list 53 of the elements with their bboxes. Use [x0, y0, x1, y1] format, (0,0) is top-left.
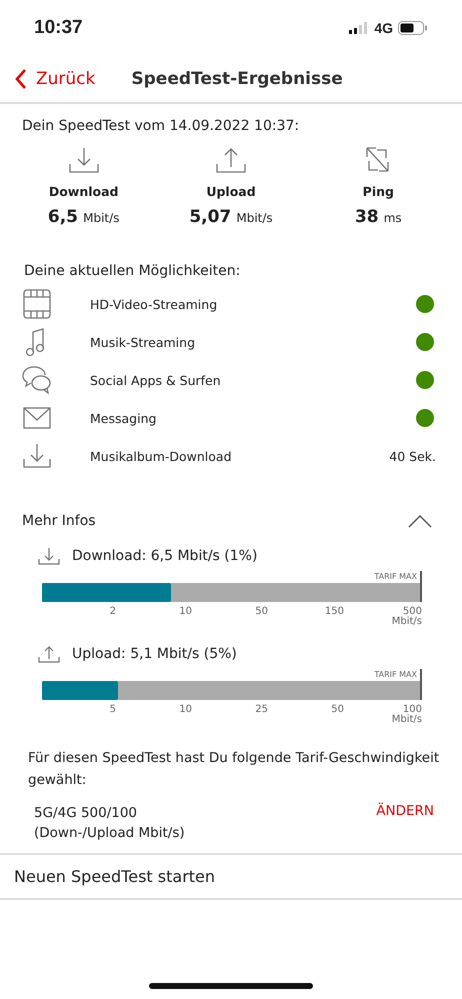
tariff-max-label: TARIF MAX: [374, 669, 418, 681]
change-link[interactable]: ÄNDERN: [376, 803, 434, 843]
scale-tick-label: 50: [254, 606, 269, 617]
scale-tick-label: 100: [402, 704, 422, 715]
download-icon: [38, 547, 60, 565]
tariff-max-label: TARIF MAX: [374, 571, 418, 583]
menu-item[interactable]: Neuen SpeedTest starten: [0, 853, 462, 900]
screen-title: SpeedTest-Ergebnisse: [131, 69, 343, 89]
scale-tick-label: 25: [254, 704, 269, 715]
upload-icon: [38, 645, 60, 663]
metric-value: 38 ms: [354, 207, 402, 227]
test-date-text: Dein SpeedTest vom 14.09.2022 10:37:: [21, 117, 300, 134]
capability-value: 40 Sek.: [389, 448, 436, 464]
network-type: 4G: [374, 20, 393, 36]
metric-value: 6,5 Mbit/s: [48, 207, 120, 227]
metric-label: Ping: [362, 184, 394, 199]
scale-tick-label: 50: [330, 704, 345, 715]
film-icon: [22, 289, 52, 319]
envelope-icon: [22, 407, 52, 429]
upload-icon: [216, 146, 246, 174]
capability-label: Social Apps & Surfen: [90, 372, 222, 388]
metric-label: Upload: [206, 184, 256, 199]
signal-icon: [349, 22, 370, 34]
scale-tick-label: 500: [402, 606, 422, 617]
status-time: 10:37: [34, 17, 83, 39]
speed-label: Download: 6,5 Mbit/s (1%): [72, 548, 258, 564]
scale-unit: Mbit/s: [392, 715, 422, 725]
scale-tick-label: 10: [178, 606, 193, 617]
capability-label: Musik-Streaming: [90, 334, 196, 350]
capability-label: Messaging: [90, 410, 158, 426]
section-title: Deine aktuellen Möglichkeiten:: [23, 262, 242, 281]
back-chevron-icon: [14, 68, 28, 90]
metric-value: 5,07 Mbit/s: [189, 207, 273, 227]
section-title: Mehr Infos: [22, 513, 96, 529]
tariff-plan-note: (Down-/Upload Mbit/s): [34, 824, 185, 843]
speed-label: Upload: 5,1 Mbit/s (5%): [72, 646, 237, 662]
scale-tick-label: 10: [178, 704, 193, 715]
metric-label: Download: [48, 184, 118, 199]
chat-bubbles-icon: [22, 365, 52, 395]
download-icon: [68, 146, 99, 174]
diagonal-arrows-icon: [365, 146, 392, 174]
download-icon: [22, 443, 52, 469]
scale-unit: Mbit/s: [392, 617, 422, 627]
capability-label: HD-Video-Streaming: [90, 296, 218, 312]
scale-tick-label: 5: [108, 704, 117, 715]
tariff-description: Für diesen SpeedTest hast Du folgende Tarif-Geschwindigkeit gewählt:: [27, 749, 440, 790]
back-button[interactable]: Zurück: [14, 68, 96, 90]
tariff-plan: 5G/4G 500/100: [34, 804, 138, 823]
capability-label: Musikalbum-Download: [90, 448, 233, 464]
scale-tick-label: 2: [108, 606, 117, 617]
collapse-chevron-icon[interactable]: [408, 514, 432, 528]
scale-tick-label: 150: [324, 606, 345, 617]
battery-icon: [398, 21, 428, 35]
